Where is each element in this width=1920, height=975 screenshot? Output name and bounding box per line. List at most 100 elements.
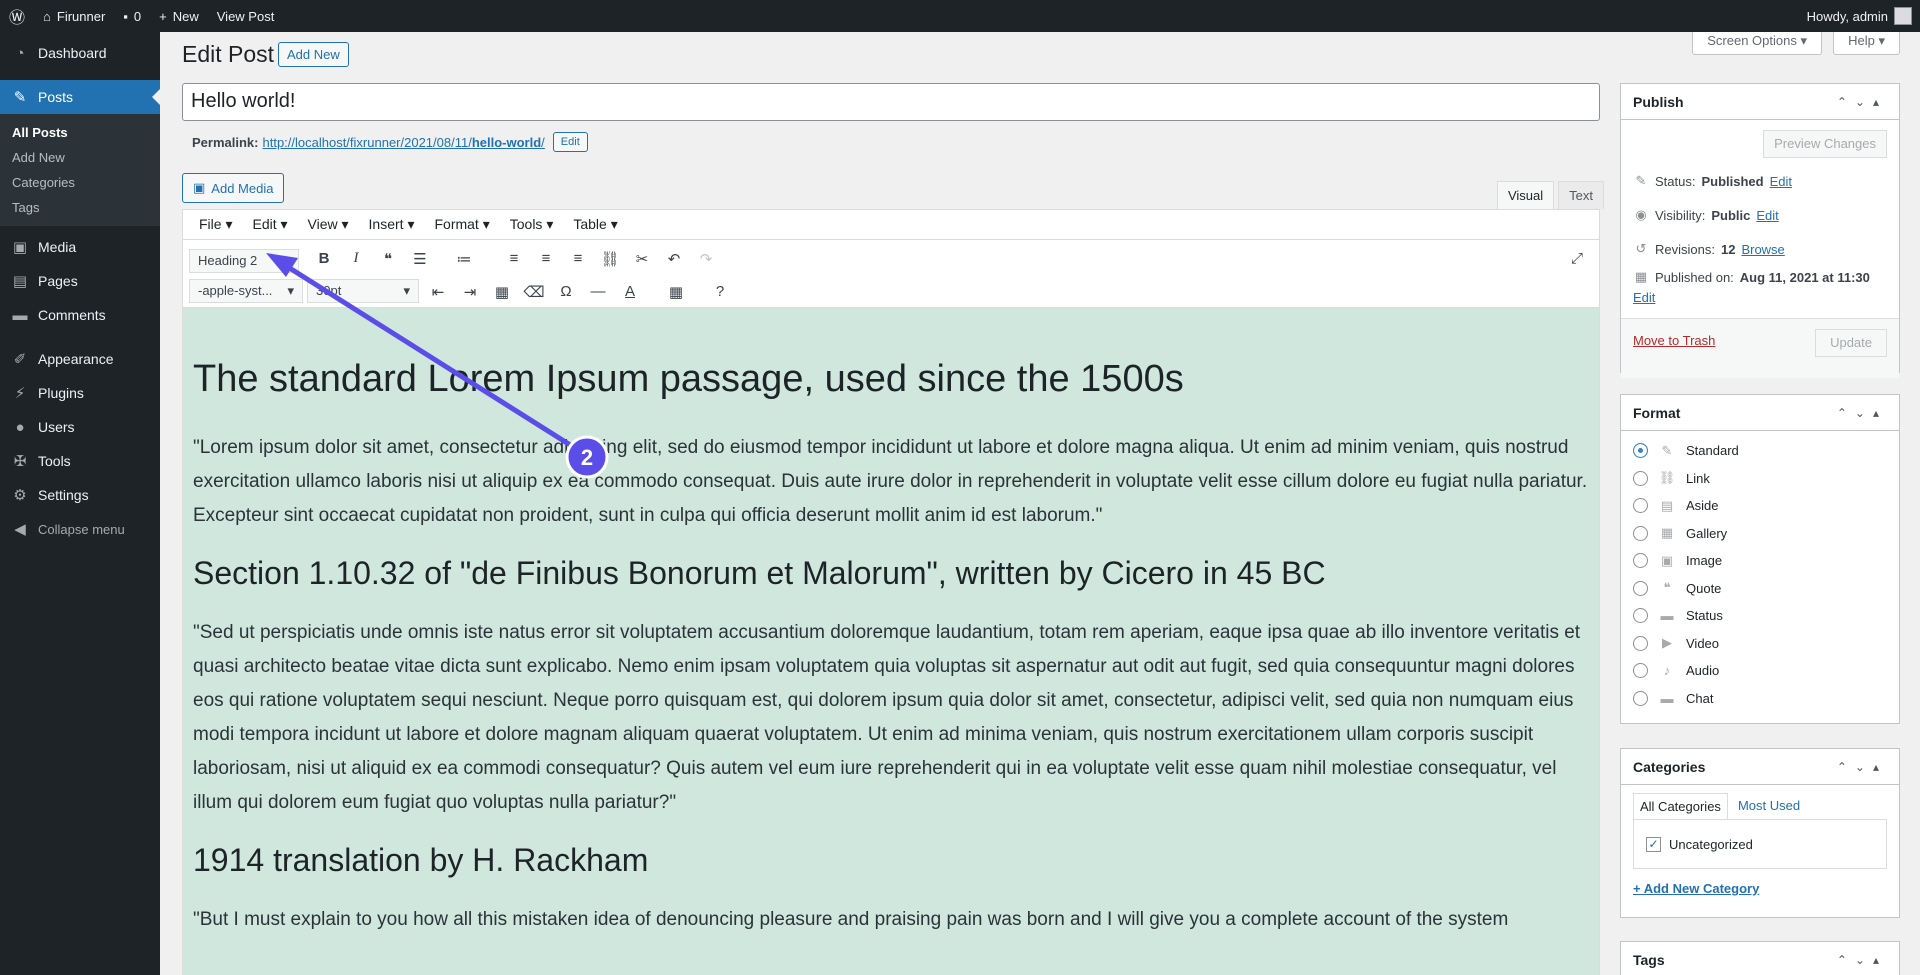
horizontal-line-icon[interactable]: ― [587,283,609,300]
menu-edit[interactable]: Edit ▾ [242,216,297,233]
format-box-header[interactable]: Format ⌃⌄▴ [1621,395,1899,431]
move-to-trash-link[interactable]: Move to Trash [1633,333,1715,348]
format-option-gallery[interactable]: ▦ Gallery [1621,520,1899,548]
editor-content[interactable]: The standard Lorem Ipsum passage, used s… [183,308,1599,937]
radio[interactable] [1633,663,1648,679]
menu-table[interactable]: Table ▾ [563,216,627,233]
link-icon[interactable]: ⛓ [599,250,621,268]
menu-insert[interactable]: Insert ▾ [359,216,425,233]
text-color-icon[interactable]: A [619,283,641,300]
collapse-menu[interactable]: ◀ Collapse menu [0,512,160,546]
align-center-icon[interactable]: ≡ [535,250,557,267]
categories-box-header[interactable]: Categories ⌃⌄▴ [1621,749,1899,785]
format-option-standard[interactable]: ✎ Standard [1621,437,1899,465]
menu-dashboard[interactable]: ◔ Dashboard [0,36,160,70]
redo-icon[interactable]: ↷ [695,250,717,268]
menu-appearance[interactable]: ✐ Appearance [0,342,160,376]
box-controls-icon[interactable]: ⌃⌄▴ [1837,953,1887,967]
format-option-audio[interactable]: ♪ Audio [1621,657,1899,685]
screen-options-button[interactable]: Screen Options ▾ [1692,30,1822,55]
tab-text[interactable]: Text [1558,181,1604,209]
menu-comments[interactable]: ▬ Comments [0,298,160,332]
menu-tools[interactable]: ✠ Tools [0,444,160,478]
indent-icon[interactable]: ⇥ [459,283,481,301]
permalink-edit-button[interactable]: Edit [552,132,588,152]
tab-most-used[interactable]: Most Used [1732,793,1806,819]
publish-box-header[interactable]: Publish ⌃⌄▴ [1621,84,1899,120]
bullet-list-icon[interactable]: ☰ [409,250,431,268]
blockquote-icon[interactable]: ❝ [377,250,399,268]
menu-users[interactable]: ● Users [0,410,160,444]
submenu-add-new[interactable]: Add New [0,145,160,170]
menu-view[interactable]: View ▾ [298,216,359,233]
site-name-link[interactable]: ⌂ Firunner [34,0,114,32]
format-option-image[interactable]: ▣ Image [1621,547,1899,575]
checkbox-checked[interactable]: ✓ [1646,836,1661,852]
fullscreen-icon[interactable]: ⤢ [1566,250,1588,267]
view-post-link[interactable]: View Post [208,0,284,32]
radio[interactable] [1633,470,1648,486]
tags-box-header[interactable]: Tags ⌃⌄▴ [1621,942,1899,975]
menu-file[interactable]: File ▾ [189,216,242,233]
format-option-link[interactable]: ⛓ Link [1621,465,1899,493]
help-icon[interactable]: ? [709,283,731,300]
radio[interactable] [1633,498,1648,514]
menu-plugins[interactable]: ⚡ Plugins [0,376,160,410]
radio[interactable] [1633,690,1648,706]
wordpress-logo-icon[interactable]: Ⓦ [0,0,34,32]
tab-visual[interactable]: Visual [1496,181,1555,209]
paste-text-icon[interactable]: ▦ [491,283,513,301]
clear-formatting-icon[interactable]: ⌫ [523,283,545,301]
format-option-quote[interactable]: ❝ Quote [1621,575,1899,603]
radio[interactable] [1633,580,1648,596]
box-controls-icon[interactable]: ⌃⌄▴ [1837,760,1887,774]
visibility-edit-link[interactable]: Edit [1756,208,1778,223]
italic-icon[interactable]: I [345,250,367,267]
submenu-all-posts[interactable]: All Posts [0,120,160,145]
add-new-button[interactable]: Add New [278,42,349,67]
special-character-icon[interactable]: Ω [555,283,577,300]
add-media-button[interactable]: ▣ Add Media [182,173,285,203]
align-right-icon[interactable]: ≡ [567,250,589,267]
permalink-link[interactable]: http://localhost/fixrunner/2021/08/11/he… [262,135,544,150]
browse-revisions-link[interactable]: Browse [1741,242,1784,257]
account-menu[interactable]: Howdy, admin [1798,0,1920,32]
format-option-chat[interactable]: ▬ Chat [1621,685,1899,713]
radio-selected[interactable] [1633,443,1648,459]
numbered-list-icon[interactable]: ≔ [453,250,475,268]
menu-tools[interactable]: Tools ▾ [500,216,564,233]
table-icon[interactable]: ▦ [665,283,687,301]
status-edit-link[interactable]: Edit [1770,174,1792,189]
submenu-categories[interactable]: Categories [0,170,160,195]
comments-link[interactable]: ▪ 0 [114,0,150,32]
box-controls-icon[interactable]: ⌃⌄▴ [1837,95,1887,109]
box-controls-icon[interactable]: ⌃⌄▴ [1837,406,1887,420]
format-option-video[interactable]: ▶ Video [1621,630,1899,658]
menu-media[interactable]: ▣ Media [0,230,160,264]
radio[interactable] [1633,525,1648,541]
menu-format[interactable]: Format ▾ [424,216,499,233]
published-on-edit-link[interactable]: Edit [1633,290,1655,305]
content-editor[interactable]: File ▾ Edit ▾ View ▾ Insert ▾ Format ▾ T… [182,209,1600,975]
font-family-select[interactable]: -apple-syst... ▾ [189,279,303,303]
submenu-tags[interactable]: Tags [0,195,160,220]
new-content-link[interactable]: + New [150,0,208,32]
menu-settings[interactable]: ⚙ Settings [0,478,160,512]
unlink-icon[interactable]: ✂ [631,250,653,268]
radio[interactable] [1633,635,1648,651]
preview-changes-button[interactable]: Preview Changes [1763,130,1887,158]
undo-icon[interactable]: ↶ [663,250,685,268]
help-button[interactable]: Help ▾ [1833,30,1900,55]
update-button[interactable]: Update [1815,329,1887,357]
format-option-aside[interactable]: ▤ Aside [1621,492,1899,520]
bold-icon[interactable]: B [313,250,335,267]
font-size-select[interactable]: 30pt ▾ [307,279,419,303]
tab-all-categories[interactable]: All Categories [1633,793,1728,819]
radio[interactable] [1633,608,1648,624]
add-new-category-link[interactable]: + Add New Category [1633,881,1759,896]
format-option-status[interactable]: ▬ Status [1621,602,1899,630]
align-left-icon[interactable]: ≡ [503,250,525,267]
menu-posts[interactable]: ✎ Posts [0,80,160,114]
block-format-select[interactable]: Heading 2 ▾ [189,249,299,273]
outdent-icon[interactable]: ⇤ [427,283,449,301]
